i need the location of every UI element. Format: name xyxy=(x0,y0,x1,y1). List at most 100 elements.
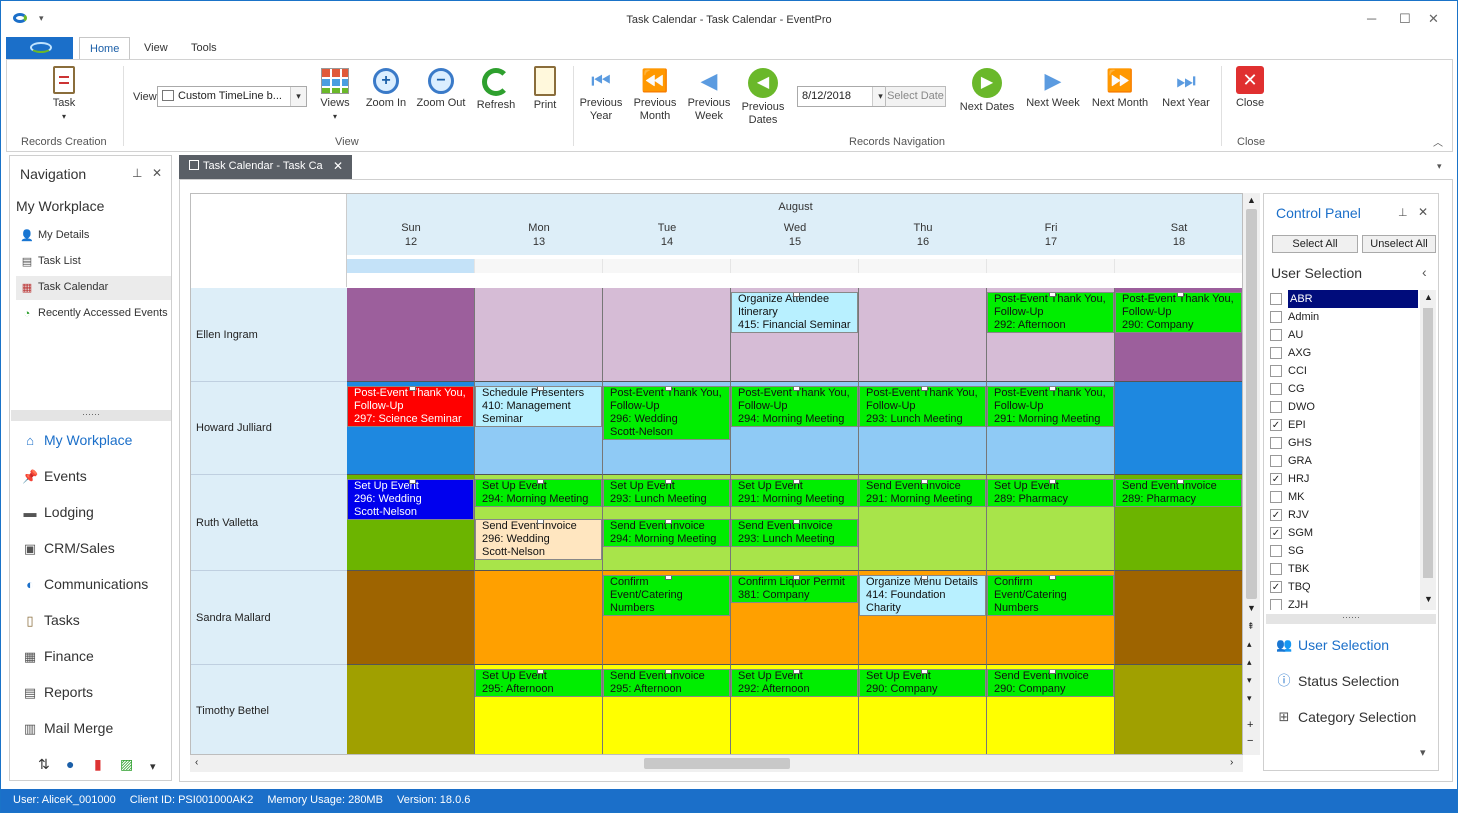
scroll-down-icon[interactable]: ▼ xyxy=(1247,603,1256,613)
next-week-button[interactable]: ▶ Next Week xyxy=(1023,68,1083,110)
control-panel-close-icon[interactable]: ✕ xyxy=(1418,205,1428,219)
appointment[interactable]: Confirm Liquor Permit381: Company Banque… xyxy=(731,575,858,603)
scroll-page-down-icon[interactable]: ▾ xyxy=(1247,693,1252,704)
module-lodging[interactable]: ▬ Lodging xyxy=(20,500,170,528)
module-tasks[interactable]: ▯ Tasks xyxy=(20,608,170,636)
user-checkbox[interactable] xyxy=(1270,329,1282,341)
next-dates-button[interactable]: ▶ Next Dates xyxy=(957,68,1017,114)
pin-icon[interactable]: ⊥ xyxy=(132,166,142,180)
appointment[interactable]: Confirm Event/CateringNumbers412: Retire… xyxy=(603,575,730,616)
appointment[interactable]: Send Event Invoice295: Afternoon Meeting xyxy=(603,669,730,697)
previous-year-button[interactable]: ⏮ Previous Year xyxy=(577,68,625,123)
calendar-cell[interactable] xyxy=(1115,382,1242,475)
control-panel-splitter[interactable]: ······ xyxy=(1266,613,1436,624)
resource-row-header[interactable]: Timothy Bethel xyxy=(191,665,347,754)
nav-item-task-calendar[interactable]: ▦ Task Calendar xyxy=(16,276,171,300)
resource-row-header[interactable]: Howard Julliard xyxy=(191,382,347,475)
scroll-left-icon[interactable]: ‹ xyxy=(195,757,198,768)
scroll-line-down-icon[interactable]: ▾ xyxy=(1247,675,1252,686)
day-timeline-slot[interactable] xyxy=(1115,259,1242,273)
calendar-cell[interactable] xyxy=(475,571,603,665)
zoom-minus-icon[interactable]: − xyxy=(1247,735,1253,747)
appointment[interactable]: Post-Event Thank You, Follow-Up 294: Morni… xyxy=(731,386,858,427)
module-crm-sales[interactable]: ▣ CRM/Sales xyxy=(20,536,170,564)
user-list-scroll-up-icon[interactable]: ▲ xyxy=(1424,292,1433,302)
user-checkbox-row[interactable]: ✓ SGM xyxy=(1268,524,1418,542)
user-checkbox[interactable]: ✓ xyxy=(1270,419,1282,431)
tab-view[interactable]: View xyxy=(144,42,168,54)
user-checkbox-row[interactable]: ABR xyxy=(1268,290,1418,308)
cp-module-category-selection[interactable]: ⊞ Category Selection xyxy=(1276,709,1436,733)
module-communications[interactable]: ◐ Communications xyxy=(20,572,170,600)
day-timeline-slot[interactable] xyxy=(603,259,731,273)
user-checkbox-row[interactable]: AXG xyxy=(1268,344,1418,362)
view-combo-dropdown-icon[interactable]: ▾ xyxy=(290,87,306,106)
previous-month-button[interactable]: ⏪ Previous Month xyxy=(631,68,679,123)
calendar-cell[interactable] xyxy=(1115,665,1242,754)
appointment[interactable]: Organize Menu Details 414: Foundation Cha… xyxy=(859,575,986,616)
next-year-button[interactable]: ⏭ Next Year xyxy=(1157,68,1215,110)
scroll-thumb[interactable] xyxy=(1246,209,1257,599)
close-button[interactable]: ✕ Close xyxy=(1227,66,1273,110)
select-date-button[interactable]: Select Date xyxy=(885,86,946,107)
zoom-out-button[interactable]: − Zoom Out xyxy=(413,68,469,110)
calendar-cell[interactable] xyxy=(1115,571,1242,665)
appointment[interactable]: Post-Event Thank You, Follow-Up 296: Weddi… xyxy=(603,386,730,440)
scroll-page-up-icon[interactable]: ▴ xyxy=(1247,639,1252,650)
appointment[interactable]: Send Event Invoice290: Company Banquet xyxy=(987,669,1114,697)
appointment[interactable]: Post-Event Thank You, Follow-Up 290: Compa… xyxy=(1115,292,1242,333)
user-list-scrollbar[interactable]: ▲ ▼ xyxy=(1420,290,1436,610)
tab-home[interactable]: Home xyxy=(79,37,131,60)
calendar-cell[interactable] xyxy=(347,571,475,665)
scroll-right-icon[interactable]: › xyxy=(1230,757,1233,768)
day-timeline-slot[interactable] xyxy=(859,259,987,273)
next-month-button[interactable]: ⏩ Next Month xyxy=(1089,68,1151,110)
user-checkbox-row[interactable]: CCI xyxy=(1268,362,1418,380)
module-finance[interactable]: ▦ Finance xyxy=(20,644,170,672)
bar-chart-icon[interactable]: ▮ xyxy=(94,756,102,773)
calendar-cell[interactable] xyxy=(603,288,731,382)
view-combo[interactable]: Custom TimeLine b... ▾ xyxy=(157,86,307,107)
globe-icon[interactable]: ● xyxy=(66,756,74,772)
user-checkbox[interactable]: ✓ xyxy=(1270,473,1282,485)
user-checkbox-row[interactable]: CG xyxy=(1268,380,1418,398)
user-checkbox-row[interactable]: DWO xyxy=(1268,398,1418,416)
sort-arrows-icon[interactable]: ⇅ xyxy=(38,756,50,773)
zoom-in-button[interactable]: + Zoom In xyxy=(361,68,411,110)
day-timeline-slot[interactable] xyxy=(987,259,1115,273)
scroll-line-up-icon[interactable]: ▴ xyxy=(1247,657,1252,668)
more-modules-chevron-icon[interactable]: ▾ xyxy=(150,760,156,773)
task-button[interactable]: Task ▾ xyxy=(41,66,87,123)
nav-item-recently-accessed-events[interactable]: ◔ Recently Accessed Events xyxy=(16,302,171,326)
cp-module-user-selection[interactable]: 👥 User Selection xyxy=(1276,637,1436,661)
collapse-ribbon-icon[interactable]: ︿ xyxy=(1433,134,1443,149)
previous-dates-button[interactable]: ◀ Previous Dates xyxy=(739,68,787,127)
date-picker[interactable]: 8/12/2018 ▾ xyxy=(797,86,889,107)
user-checkbox[interactable] xyxy=(1270,383,1282,395)
select-all-button[interactable]: Select All xyxy=(1272,235,1358,253)
user-checkbox-row[interactable]: ZJH xyxy=(1268,596,1418,610)
zoom-plus-icon[interactable]: + xyxy=(1247,719,1253,731)
maximize-icon[interactable]: ☐ xyxy=(1399,11,1411,27)
cp-module-status-selection[interactable]: ⓘ Status Selection xyxy=(1276,673,1436,697)
user-checkbox-row[interactable]: GRA xyxy=(1268,452,1418,470)
user-checkbox[interactable] xyxy=(1270,437,1282,449)
calendar-cell[interactable] xyxy=(347,665,475,754)
user-checkbox[interactable] xyxy=(1270,311,1282,323)
resource-row-header[interactable]: Ruth Valletta xyxy=(191,475,347,571)
user-list-scroll-thumb[interactable] xyxy=(1423,308,1433,578)
user-checkbox[interactable] xyxy=(1270,545,1282,557)
user-checkbox-row[interactable]: ✓ EPI xyxy=(1268,416,1418,434)
module-my-workplace[interactable]: ⌂ My Workplace xyxy=(20,428,170,456)
navigation-close-icon[interactable]: ✕ xyxy=(152,166,162,180)
navigation-splitter[interactable]: ······ xyxy=(11,410,171,421)
unselect-all-button[interactable]: Unselect All xyxy=(1362,235,1436,253)
document-tabs-dropdown-icon[interactable]: ▾ xyxy=(1437,161,1442,172)
appointment[interactable]: Set Up Event292: Afternoon Meeting xyxy=(731,669,858,697)
nav-item-task-list[interactable]: ▤ Task List xyxy=(16,250,171,274)
user-checkbox-row[interactable]: AU xyxy=(1268,326,1418,344)
user-checkbox-row[interactable]: TBK xyxy=(1268,560,1418,578)
control-panel-pin-icon[interactable]: ⊥ xyxy=(1398,206,1408,219)
scroll-up-icon[interactable]: ▲ xyxy=(1247,195,1256,205)
appointment[interactable]: Confirm Event/CateringNumbers401: Board … xyxy=(987,575,1114,616)
